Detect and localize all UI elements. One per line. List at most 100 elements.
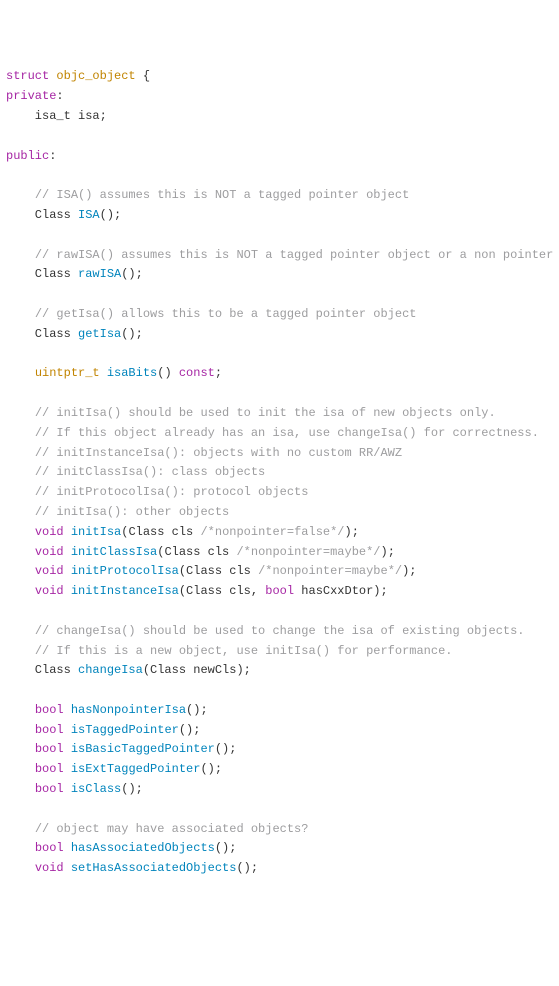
code-line (6, 602, 553, 622)
code-token: Class (6, 267, 78, 281)
code-token: // object may have associated objects? (35, 822, 309, 836)
code-token (64, 782, 71, 796)
code-token: void (35, 545, 64, 559)
code-token (64, 841, 71, 855)
code-token (6, 723, 35, 737)
code-token (6, 307, 35, 321)
code-token: bool (35, 782, 64, 796)
code-token: void (35, 525, 64, 539)
code-token (64, 762, 71, 776)
code-token: isClass (71, 782, 121, 796)
code-token (6, 822, 35, 836)
code-token: // initProtocolIsa(): protocol objects (35, 485, 309, 499)
code-line: Class ISA(); (6, 206, 553, 226)
code-line: Class getIsa(); (6, 325, 553, 345)
code-token: bool (35, 762, 64, 776)
code-token: (); (215, 742, 237, 756)
code-line: bool hasAssociatedObjects(); (6, 839, 553, 859)
code-token: (); (186, 703, 208, 717)
code-token: initProtocolIsa (71, 564, 179, 578)
code-token: hasAssociatedObjects (71, 841, 215, 855)
code-token (6, 248, 35, 262)
code-token: (Class cls (121, 525, 200, 539)
code-line: // getIsa() allows this to be a tagged p… (6, 305, 553, 325)
code-token: (Class cls, (179, 584, 265, 598)
code-token: /*nonpointer=false*/ (200, 525, 344, 539)
code-token: // initClassIsa(): class objects (35, 465, 265, 479)
code-token: isTaggedPointer (71, 723, 179, 737)
code-line (6, 681, 553, 701)
code-line (6, 800, 553, 820)
code-token: changeIsa (78, 663, 143, 677)
code-token: setHasAssociatedObjects (71, 861, 237, 875)
code-line: bool isClass(); (6, 780, 553, 800)
code-token (6, 584, 35, 598)
code-token: struct (6, 69, 49, 83)
code-token (64, 584, 71, 598)
code-token: initInstanceIsa (71, 584, 179, 598)
code-token (6, 426, 35, 440)
code-token: // initInstanceIsa(): objects with no cu… (35, 446, 402, 460)
code-token (64, 545, 71, 559)
code-token: private (6, 89, 56, 103)
code-token: (); (200, 762, 222, 776)
code-token (64, 703, 71, 717)
code-line: Class rawISA(); (6, 265, 553, 285)
code-token: : (56, 89, 63, 103)
code-token: hasCxxDtor); (294, 584, 388, 598)
code-token (64, 525, 71, 539)
code-token: // initIsa() should be used to init the … (35, 406, 496, 420)
code-token: // If this is a new object, use initIsa(… (35, 644, 453, 658)
code-token (6, 861, 35, 875)
code-token: isa_t isa; (6, 109, 107, 123)
code-line: void setHasAssociatedObjects(); (6, 859, 553, 879)
code-token: (Class cls (157, 545, 236, 559)
code-line: Class changeIsa(Class newCls); (6, 661, 553, 681)
code-token: rawISA (78, 267, 121, 281)
code-token: ISA (78, 208, 100, 222)
code-token: : (49, 149, 56, 163)
code-token (6, 505, 35, 519)
code-token: bool (35, 742, 64, 756)
code-token: // If this object already has an isa, us… (35, 426, 539, 440)
code-token: void (35, 564, 64, 578)
code-line: // initIsa() should be used to init the … (6, 404, 553, 424)
code-token: isBasicTaggedPointer (71, 742, 215, 756)
code-token: /*nonpointer=maybe*/ (258, 564, 402, 578)
code-line: void initInstanceIsa(Class cls, bool has… (6, 582, 553, 602)
code-token (6, 841, 35, 855)
code-token: uintptr_t (35, 366, 100, 380)
code-line: // initClassIsa(): class objects (6, 463, 553, 483)
code-token (6, 742, 35, 756)
code-line: // initInstanceIsa(): objects with no cu… (6, 444, 553, 464)
code-line: void initClassIsa(Class cls /*nonpointer… (6, 543, 553, 563)
code-token: hasNonpointerIsa (71, 703, 186, 717)
code-token (64, 723, 71, 737)
code-token: (Class newCls); (143, 663, 251, 677)
code-token: (Class cls (179, 564, 258, 578)
code-token: // ISA() assumes this is NOT a tagged po… (35, 188, 409, 202)
code-token: Class (6, 663, 78, 677)
code-line (6, 127, 553, 147)
code-token (6, 525, 35, 539)
code-token: ; (215, 366, 222, 380)
code-token (64, 861, 71, 875)
code-token: public (6, 149, 49, 163)
code-token: bool (265, 584, 294, 598)
code-token (6, 366, 35, 380)
code-token: ); (345, 525, 359, 539)
code-token (6, 762, 35, 776)
code-line: // initIsa(): other objects (6, 503, 553, 523)
code-line: // object may have associated objects? (6, 820, 553, 840)
code-token: void (35, 584, 64, 598)
code-line: // rawISA() assumes this is NOT a tagged… (6, 246, 553, 266)
code-token (64, 742, 71, 756)
code-token: bool (35, 703, 64, 717)
code-line: void initProtocolIsa(Class cls /*nonpoin… (6, 562, 553, 582)
code-token (6, 446, 35, 460)
code-token (6, 485, 35, 499)
code-token: (); (215, 841, 237, 855)
code-line: // If this object already has an isa, us… (6, 424, 553, 444)
code-token: (); (121, 327, 143, 341)
code-token (6, 644, 35, 658)
